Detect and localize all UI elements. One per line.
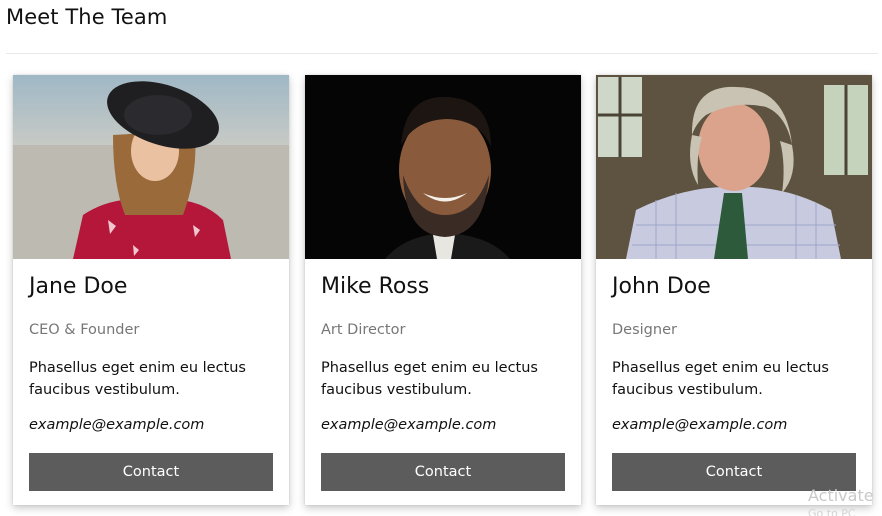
member-email: example@example.com [321, 417, 497, 433]
member-description: Phasellus eget enim eu lectus faucibus v… [29, 360, 246, 398]
member-description: Phasellus eget enim eu lectus faucibus v… [612, 360, 829, 398]
member-role: Designer [612, 322, 677, 338]
title-divider [6, 53, 878, 54]
team-card-jane-doe: Jane Doe CEO & Founder Phasellus eget en… [13, 75, 289, 505]
profile-photo-john-doe [596, 75, 872, 259]
activation-watermark: Activate [808, 486, 874, 505]
member-name: Mike Ross [321, 274, 430, 299]
member-name: John Doe [612, 274, 711, 299]
profile-photo-jane-doe [13, 75, 289, 259]
team-card-john-doe: John Doe Designer Phasellus eget enim eu… [596, 75, 872, 505]
activation-watermark-sub: Go to PC [808, 507, 856, 516]
member-description: Phasellus eget enim eu lectus faucibus v… [321, 360, 538, 398]
member-email: example@example.com [29, 417, 205, 433]
profile-photo-mike-ross [305, 75, 581, 259]
contact-button[interactable]: Contact [29, 453, 273, 491]
contact-button[interactable]: Contact [321, 453, 565, 491]
member-role: Art Director [321, 322, 406, 338]
member-role: CEO & Founder [29, 322, 140, 338]
member-name: Jane Doe [29, 274, 128, 299]
team-card-mike-ross: Mike Ross Art Director Phasellus eget en… [305, 75, 581, 505]
member-email: example@example.com [612, 417, 788, 433]
page-title: Meet The Team [6, 5, 168, 29]
